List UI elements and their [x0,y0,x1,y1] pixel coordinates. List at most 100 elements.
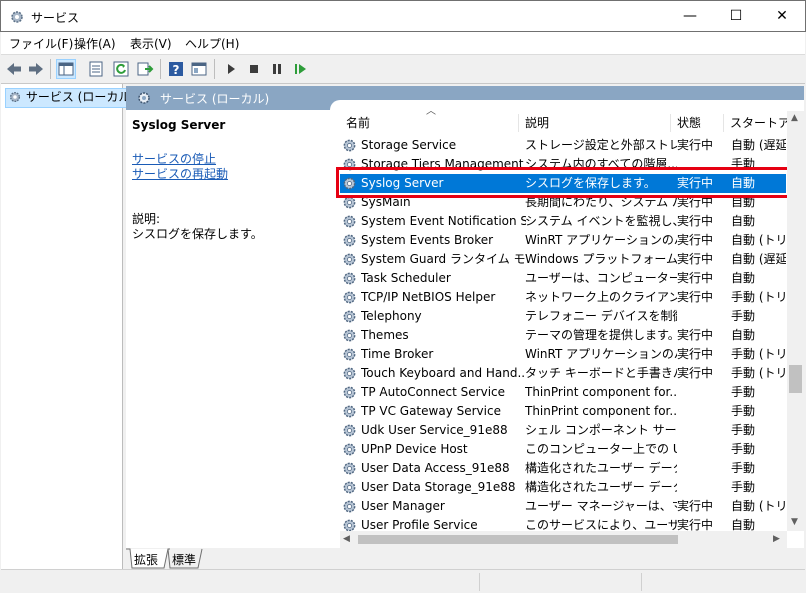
service-status: 実行中 [677,328,714,342]
service-row[interactable]: Time Broker WinRT アプリケーションのバ...実行中 手動 (トリガ [340,345,786,364]
service-status: 実行中 [677,347,714,361]
minimize-button[interactable]: — [667,1,713,32]
service-row[interactable]: System Guard ランタイム モニ...Windows プラットフォーム… [340,250,786,269]
scroll-right-icon[interactable]: ▶ [773,534,780,544]
scroll-down-icon[interactable]: ▼ [791,517,798,527]
pause-icon[interactable] [267,59,287,79]
menu-action[interactable]: 操作(A) [74,35,116,52]
service-name: Udk User Service_91e88 [361,423,508,437]
service-name: System Guard ランタイム モニ... [361,252,526,266]
vertical-scroll-thumb[interactable] [789,365,802,393]
service-description: このコンピューター上での UP... [525,442,677,456]
service-gear-icon [343,234,356,247]
restart-icon[interactable] [290,59,310,79]
scroll-left-icon[interactable]: ◀ [343,534,350,544]
service-description: シェル コンポーネント サービス [525,423,677,437]
service-row[interactable]: Themes テーマの管理を提供します。 実行中 自動 [340,326,786,345]
vertical-scrollbar[interactable]: ▲ ▼ [787,111,804,531]
help-icon[interactable]: ? [166,59,186,79]
stop-icon[interactable] [244,59,264,79]
service-startup-type: 手動 (トリガ [731,366,786,380]
tab-extended[interactable]: 拡張 [134,551,158,568]
tree-item-label: サービス (ローカル) [25,90,136,104]
service-row[interactable]: Task Scheduler ユーザーは、コンピューターの...実行中 自動 [340,269,786,288]
service-gear-icon [343,405,356,418]
service-startup-type: 自動 [731,214,756,228]
service-row[interactable]: System Events Broker WinRT アプリケーションのバ...実… [340,231,786,250]
service-row[interactable]: User Data Access_91e88 構造化されたユーザー データ... 手… [340,459,786,478]
service-description: テーマの管理を提供します。 [525,328,677,342]
service-gear-icon [343,367,356,380]
menu-view[interactable]: 表示(V) [130,35,172,52]
maximize-button[interactable]: ☐ [713,1,759,32]
service-description: WinRT アプリケーションのバ... [525,347,677,361]
service-name: UPnP Device Host [361,442,468,456]
service-row[interactable]: System Event Notification S... システム イベントを… [340,212,786,231]
service-startup-type: 自動 [731,271,756,285]
forward-arrow-icon[interactable] [26,59,46,79]
service-name: Storage Service [361,138,457,152]
scroll-up-icon[interactable]: ▲ [791,113,798,123]
service-gear-icon [343,348,356,361]
column-header-status[interactable]: 状態 [677,114,701,131]
service-startup-type: 自動 [731,328,756,342]
export-icon[interactable] [135,59,155,79]
service-row[interactable]: TP AutoConnect Service ThinPrint componen… [340,383,786,402]
panel-header-title: サービス (ローカル) [160,92,270,106]
column-header-name[interactable]: 名前 [346,114,370,131]
title-bar: サービス — ☐ ✕ [0,0,806,32]
service-gear-icon [343,424,356,437]
description-text: シスログを保存します。 [132,227,263,241]
horizontal-scroll-thumb[interactable] [358,535,678,544]
restart-service-link[interactable]: サービスの再起動 [132,165,228,182]
back-arrow-icon[interactable] [4,59,24,79]
tree-item-services-local[interactable]: サービス (ローカル) [5,88,141,108]
close-button[interactable]: ✕ [759,1,805,32]
service-status: 実行中 [677,214,714,228]
horizontal-scrollbar[interactable]: ◀ ▶ [340,531,787,548]
view-tabs: 拡張 標準 [126,548,804,569]
service-row[interactable]: Storage Service ストレージ設定と外部ストレ... 実行中 自動 (遅延 [340,136,786,155]
service-name: User Manager [361,499,445,513]
service-description: ストレージ設定と外部ストレ... [525,138,677,152]
service-name: TP AutoConnect Service [361,385,506,399]
console-tree-icon[interactable] [56,59,76,79]
refresh-icon[interactable] [111,59,131,79]
service-startup-type: 手動 [731,461,756,475]
service-row[interactable]: TP VC Gateway Service ThinPrint component… [340,402,786,421]
play-icon[interactable] [221,59,241,79]
service-row[interactable]: UPnP Device Host このコンピューター上での UP... 手動 [340,440,786,459]
service-startup-type: 手動 [731,309,756,323]
service-row[interactable]: Telephony テレフォニー デバイスを制御... 手動 [340,307,786,326]
status-bar [1,569,805,593]
service-description: テレフォニー デバイスを制御... [525,309,677,323]
tab-standard[interactable]: 標準 [172,551,196,568]
service-description: タッチ キーボードと手書きパ... [525,366,677,380]
service-name: System Event Notification S... [361,214,526,228]
services-gear-icon [11,11,23,23]
services-gear-icon [138,92,150,104]
menu-help[interactable]: ヘルプ(H) [185,35,239,52]
service-gear-icon [343,386,356,399]
service-startup-type: 手動 (トリガ [731,347,786,361]
service-startup-type: 自動 (遅延 [731,252,786,266]
properties-icon[interactable] [86,59,106,79]
service-startup-type: 自動 (トリガ [731,233,786,247]
extended-pane: Syslog Server サービスの停止 サービスの再起動 説明: シスログを… [126,110,330,548]
service-name: Time Broker [361,347,434,361]
sort-ascending-icon: ︿ [426,106,436,117]
service-row[interactable]: Touch Keyboard and Hand...タッチ キーボードと手書きパ… [340,364,786,383]
service-gear-icon [343,139,356,152]
menu-file[interactable]: ファイル(F) [9,35,73,52]
service-row[interactable]: User Manager ユーザー マネージャーは、マル...実行中 自動 (トリガ [340,497,786,516]
service-gear-icon [343,215,356,228]
service-startup-type: 手動 [731,423,756,437]
column-header-description[interactable]: 説明 [525,114,549,131]
service-row[interactable]: TCP/IP NetBIOS Helper ネットワーク上のクライアント...実行… [340,288,786,307]
service-row[interactable]: User Data Storage_91e88 構造化されたユーザー データ...… [340,478,786,497]
service-gear-icon [343,310,356,323]
view-icon[interactable] [189,59,209,79]
service-status: 実行中 [677,233,714,247]
service-description: Windows プラットフォームの... [525,252,677,266]
service-row[interactable]: Udk User Service_91e88 シェル コンポーネント サービス 手動 [340,421,786,440]
